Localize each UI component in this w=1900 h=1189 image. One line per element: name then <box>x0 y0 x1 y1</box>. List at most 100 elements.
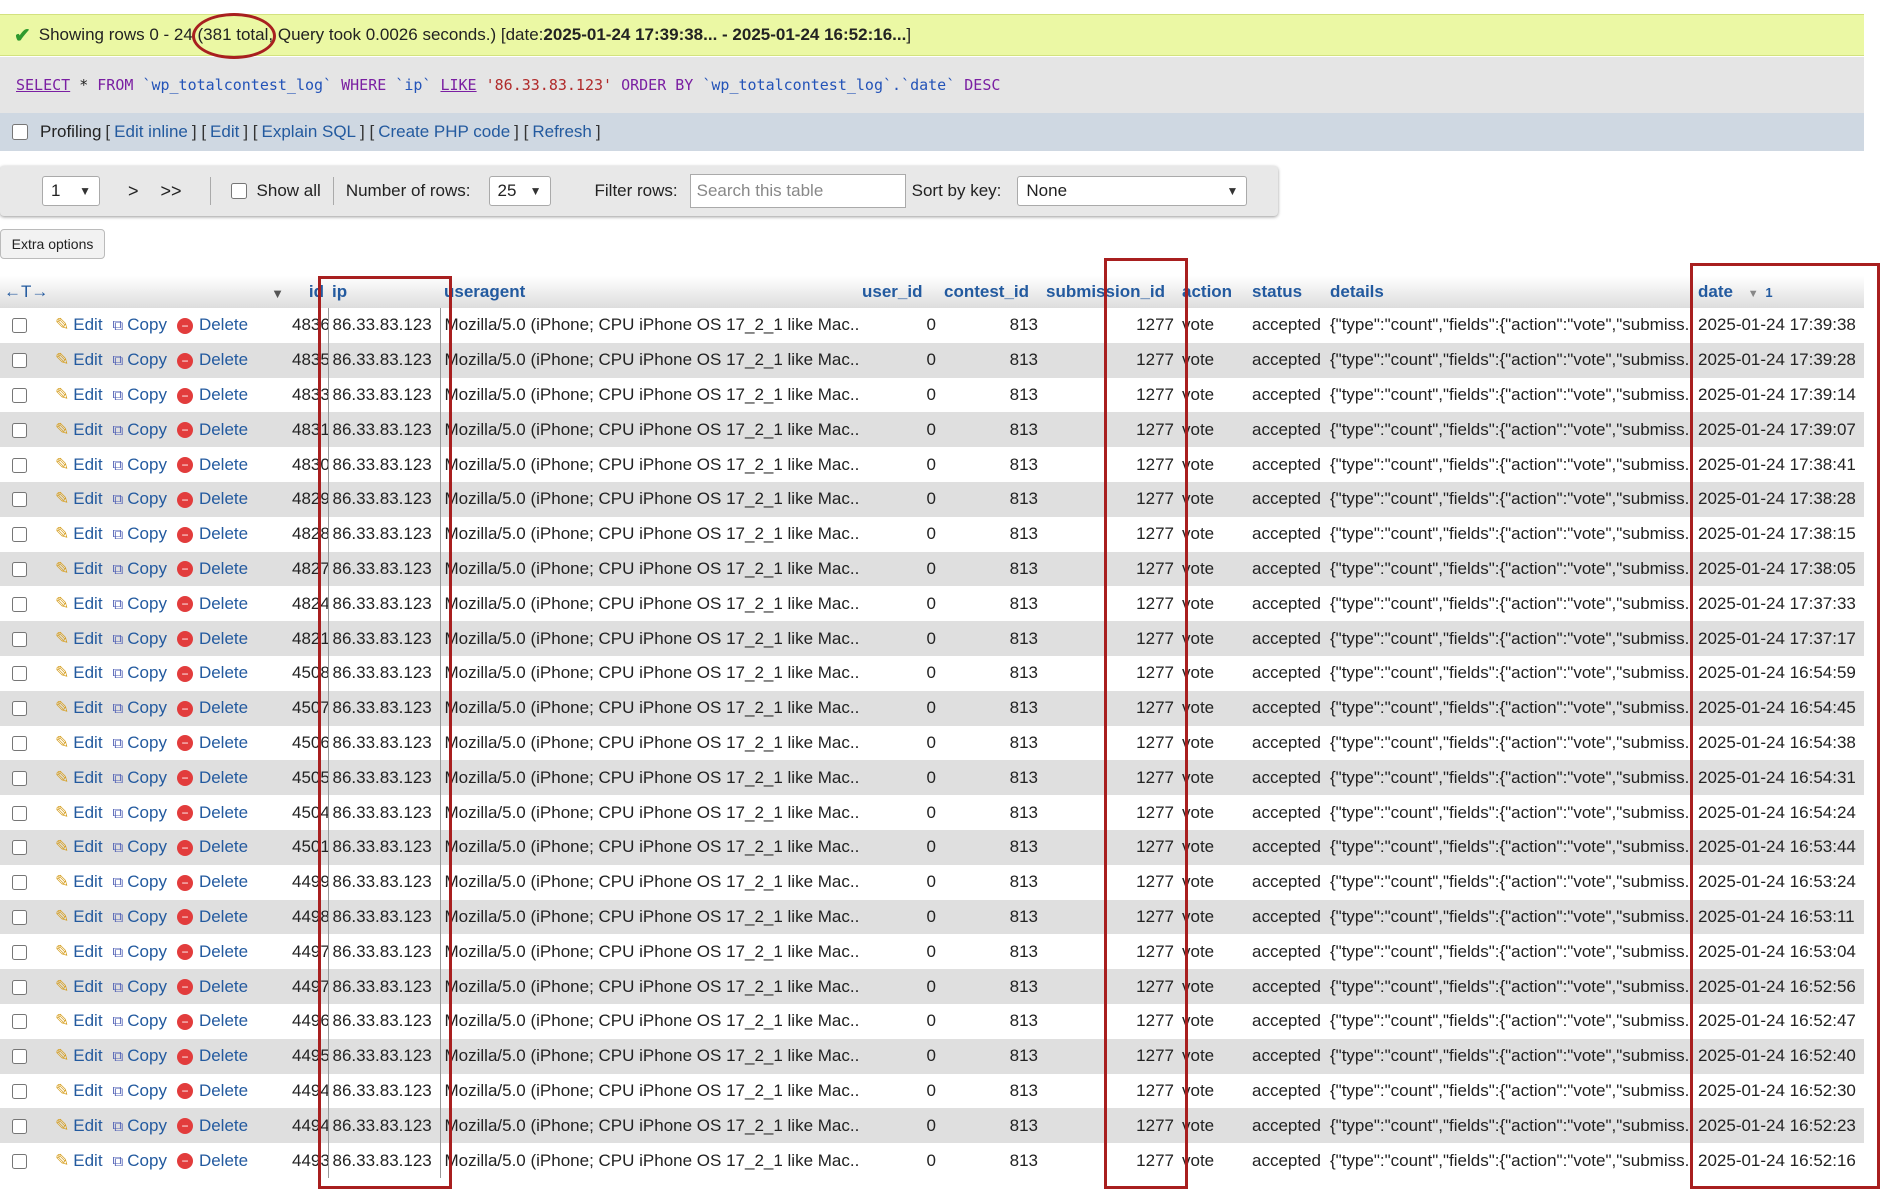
edit-row-button[interactable]: ✎ Edit <box>55 524 103 543</box>
cell-contest-id[interactable]: 813 <box>940 864 1042 900</box>
cell-useragent[interactable]: Mozilla/5.0 (iPhone; CPU iPhone OS 17_2_… <box>440 969 858 1004</box>
delete-row-button[interactable]: − Delete <box>176 1116 248 1135</box>
edit-link[interactable]: Edit <box>210 122 239 142</box>
row-checkbox[interactable] <box>12 770 27 786</box>
cell-status[interactable]: accepted <box>1248 621 1326 656</box>
delete-row-button[interactable]: − Delete <box>176 768 248 787</box>
edit-inline-link[interactable]: Edit inline <box>114 122 188 142</box>
row-checkbox[interactable] <box>12 422 27 438</box>
cell-details[interactable]: {"type":"count","fields":{"action":"vote… <box>1326 516 1694 552</box>
cell-useragent[interactable]: Mozilla/5.0 (iPhone; CPU iPhone OS 17_2_… <box>440 516 858 552</box>
edit-row-button[interactable]: ✎ Edit <box>55 629 103 648</box>
copy-row-button[interactable]: ⧉ Copy <box>113 733 167 752</box>
cell-user-id[interactable]: 0 <box>858 655 940 691</box>
sort-by-key-select[interactable]: None ▼ <box>1017 176 1248 206</box>
edit-row-button[interactable]: ✎ Edit <box>55 837 103 856</box>
cell-details[interactable]: {"type":"count","fields":{"action":"vote… <box>1326 1143 1694 1178</box>
cell-useragent[interactable]: Mozilla/5.0 (iPhone; CPU iPhone OS 17_2_… <box>440 551 858 587</box>
cell-useragent[interactable]: Mozilla/5.0 (iPhone; CPU iPhone OS 17_2_… <box>440 655 858 691</box>
cell-user-id[interactable]: 0 <box>858 899 940 935</box>
delete-row-button[interactable]: − Delete <box>176 977 248 996</box>
cell-details[interactable]: {"type":"count","fields":{"action":"vote… <box>1326 829 1694 865</box>
cell-contest-id[interactable]: 813 <box>940 516 1042 552</box>
row-checkbox[interactable] <box>12 1153 27 1169</box>
delete-row-button[interactable]: − Delete <box>176 663 248 682</box>
num-rows-select[interactable]: 25 ▼ <box>488 176 551 206</box>
cell-action[interactable]: vote <box>1178 551 1248 587</box>
row-checkbox[interactable] <box>12 909 27 925</box>
last-page-button[interactable]: >> <box>161 181 182 202</box>
cell-action[interactable]: vote <box>1178 621 1248 656</box>
cell-status[interactable]: accepted <box>1248 690 1326 726</box>
cell-details[interactable]: {"type":"count","fields":{"action":"vote… <box>1326 690 1694 726</box>
cell-useragent[interactable]: Mozilla/5.0 (iPhone; CPU iPhone OS 17_2_… <box>440 412 858 448</box>
copy-row-button[interactable]: ⧉ Copy <box>113 385 167 404</box>
copy-row-button[interactable]: ⧉ Copy <box>113 663 167 682</box>
copy-row-button[interactable]: ⧉ Copy <box>113 1116 167 1135</box>
delete-row-button[interactable]: − Delete <box>176 489 248 508</box>
copy-row-button[interactable]: ⧉ Copy <box>113 803 167 822</box>
cell-contest-id[interactable]: 813 <box>940 690 1042 726</box>
copy-row-button[interactable]: ⧉ Copy <box>113 629 167 648</box>
cell-user-id[interactable]: 0 <box>858 308 940 343</box>
edit-row-button[interactable]: ✎ Edit <box>55 768 103 787</box>
cell-details[interactable]: {"type":"count","fields":{"action":"vote… <box>1326 586 1694 622</box>
cell-user-id[interactable]: 0 <box>858 864 940 900</box>
refresh-link[interactable]: Refresh <box>532 122 592 142</box>
cell-user-id[interactable]: 0 <box>858 342 940 378</box>
cell-status[interactable]: accepted <box>1248 1143 1326 1178</box>
cell-contest-id[interactable]: 813 <box>940 412 1042 448</box>
cell-action[interactable]: vote <box>1178 934 1248 970</box>
row-checkbox[interactable] <box>12 735 27 751</box>
copy-row-button[interactable]: ⧉ Copy <box>113 420 167 439</box>
profiling-checkbox[interactable] <box>12 124 28 140</box>
cell-details[interactable]: {"type":"count","fields":{"action":"vote… <box>1326 1073 1694 1109</box>
cell-useragent[interactable]: Mozilla/5.0 (iPhone; CPU iPhone OS 17_2_… <box>440 795 858 830</box>
cell-details[interactable]: {"type":"count","fields":{"action":"vote… <box>1326 1038 1694 1074</box>
cell-contest-id[interactable]: 813 <box>940 621 1042 656</box>
cell-action[interactable]: vote <box>1178 725 1248 761</box>
edit-row-button[interactable]: ✎ Edit <box>55 942 103 961</box>
copy-row-button[interactable]: ⧉ Copy <box>113 768 167 787</box>
cell-user-id[interactable]: 0 <box>858 725 940 761</box>
filter-rows-input[interactable]: Search this table <box>689 174 906 208</box>
cell-useragent[interactable]: Mozilla/5.0 (iPhone; CPU iPhone OS 17_2_… <box>440 621 858 656</box>
cell-status[interactable]: accepted <box>1248 934 1326 970</box>
copy-row-button[interactable]: ⧉ Copy <box>113 350 167 369</box>
column-action[interactable]: action <box>1178 276 1248 308</box>
column-useragent[interactable]: useragent <box>440 276 858 308</box>
edit-row-button[interactable]: ✎ Edit <box>55 977 103 996</box>
row-checkbox[interactable] <box>12 1014 27 1030</box>
copy-row-button[interactable]: ⧉ Copy <box>113 907 167 926</box>
cell-useragent[interactable]: Mozilla/5.0 (iPhone; CPU iPhone OS 17_2_… <box>440 377 858 413</box>
row-checkbox[interactable] <box>12 840 27 856</box>
row-checkbox[interactable] <box>12 805 27 821</box>
cell-user-id[interactable]: 0 <box>858 551 940 587</box>
next-page-button[interactable]: > <box>128 181 139 202</box>
copy-row-button[interactable]: ⧉ Copy <box>113 1081 167 1100</box>
row-checkbox[interactable] <box>12 457 27 473</box>
delete-row-button[interactable]: − Delete <box>176 942 248 961</box>
cell-useragent[interactable]: Mozilla/5.0 (iPhone; CPU iPhone OS 17_2_… <box>440 725 858 761</box>
copy-row-button[interactable]: ⧉ Copy <box>113 489 167 508</box>
chevron-down-icon[interactable]: ▼ <box>271 286 284 301</box>
cell-status[interactable]: accepted <box>1248 655 1326 691</box>
cell-useragent[interactable]: Mozilla/5.0 (iPhone; CPU iPhone OS 17_2_… <box>440 481 858 517</box>
delete-row-button[interactable]: − Delete <box>176 559 248 578</box>
cell-useragent[interactable]: Mozilla/5.0 (iPhone; CPU iPhone OS 17_2_… <box>440 690 858 726</box>
edit-row-button[interactable]: ✎ Edit <box>55 315 103 334</box>
cell-action[interactable]: vote <box>1178 516 1248 552</box>
copy-row-button[interactable]: ⧉ Copy <box>113 698 167 717</box>
cell-action[interactable]: vote <box>1178 412 1248 448</box>
delete-row-button[interactable]: − Delete <box>176 455 248 474</box>
cell-contest-id[interactable]: 813 <box>940 342 1042 378</box>
cell-status[interactable]: accepted <box>1248 1003 1326 1039</box>
column-status[interactable]: status <box>1248 276 1326 308</box>
cell-details[interactable]: {"type":"count","fields":{"action":"vote… <box>1326 934 1694 970</box>
edit-row-button[interactable]: ✎ Edit <box>55 872 103 891</box>
cell-useragent[interactable]: Mozilla/5.0 (iPhone; CPU iPhone OS 17_2_… <box>440 1038 858 1074</box>
cell-action[interactable]: vote <box>1178 481 1248 517</box>
cell-contest-id[interactable]: 813 <box>940 447 1042 482</box>
cell-user-id[interactable]: 0 <box>858 621 940 656</box>
cell-useragent[interactable]: Mozilla/5.0 (iPhone; CPU iPhone OS 17_2_… <box>440 1108 858 1144</box>
